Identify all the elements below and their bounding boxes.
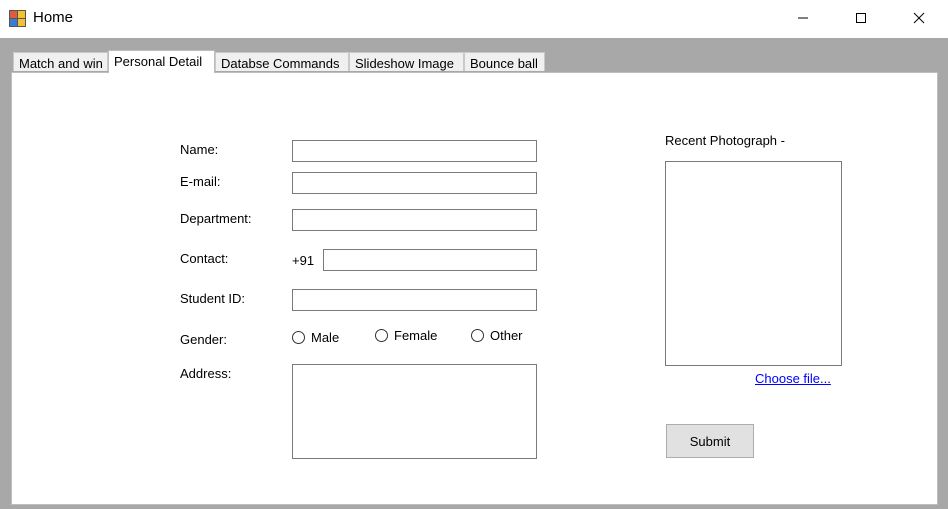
- minimize-button[interactable]: [780, 0, 826, 36]
- radio-label: Other: [490, 328, 523, 343]
- name-label: Name:: [180, 142, 219, 157]
- minimize-icon: [798, 17, 808, 19]
- email-field[interactable]: [292, 172, 537, 194]
- radio-circle-icon: [375, 329, 388, 342]
- tab-label: Slideshow Image: [355, 56, 454, 71]
- maximize-icon: [856, 13, 866, 23]
- contact-prefix: +91: [292, 253, 315, 268]
- student-id-label: Student ID:: [180, 291, 246, 306]
- gender-label: Gender:: [180, 332, 227, 347]
- app-icon: [9, 10, 26, 27]
- tab-label: Bounce ball: [470, 56, 538, 71]
- title-bar: Home: [0, 0, 948, 38]
- tab-label: Databse Commands: [221, 56, 340, 71]
- tab-label: Personal Detail: [114, 54, 203, 69]
- personal-detail-panel: Name: E-mail: Department: Contact: +91 S…: [11, 72, 938, 505]
- photo-box: [665, 161, 842, 366]
- address-field[interactable]: [292, 364, 537, 459]
- radio-circle-icon: [471, 329, 484, 342]
- photo-label: Recent Photograph -: [665, 133, 785, 148]
- choose-file-link[interactable]: Choose file...: [755, 371, 831, 386]
- department-field[interactable]: [292, 209, 537, 231]
- student-id-field[interactable]: [292, 289, 537, 311]
- close-icon: [913, 12, 925, 24]
- contact-field[interactable]: [323, 249, 537, 271]
- name-field[interactable]: [292, 140, 537, 162]
- email-label: E-mail:: [180, 174, 221, 189]
- tab-slideshow-image[interactable]: Slideshow Image: [349, 52, 464, 71]
- radio-label: Male: [311, 330, 340, 345]
- address-label: Address:: [180, 366, 232, 381]
- tab-bounce-ball[interactable]: Bounce ball: [464, 52, 545, 71]
- contact-label: Contact:: [180, 251, 229, 266]
- maximize-button[interactable]: [838, 0, 884, 36]
- radio-circle-icon: [292, 331, 305, 344]
- tab-match-and-win[interactable]: Match and win: [13, 52, 108, 71]
- tab-databse-commands[interactable]: Databse Commands: [215, 52, 349, 71]
- gender-radio-female[interactable]: Female: [375, 328, 437, 343]
- window-title: Home: [33, 9, 74, 26]
- tab-label: Match and win: [19, 56, 103, 71]
- gender-radio-other[interactable]: Other: [471, 328, 523, 343]
- submit-button[interactable]: Submit: [666, 424, 754, 458]
- department-label: Department:: [180, 211, 252, 226]
- tab-personal-detail[interactable]: Personal Detail: [108, 50, 215, 73]
- gender-radio-male[interactable]: Male: [292, 330, 339, 345]
- close-button[interactable]: [896, 0, 942, 36]
- radio-label: Female: [394, 328, 438, 343]
